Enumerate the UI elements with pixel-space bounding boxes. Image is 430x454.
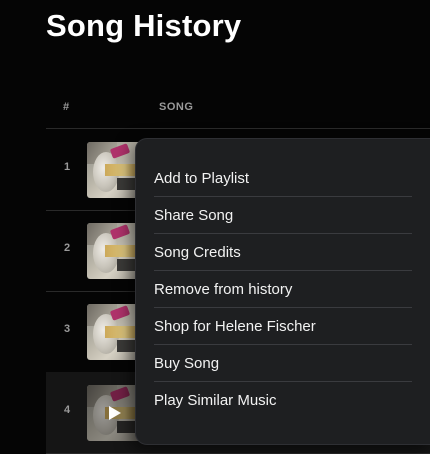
menu-item-add-to-playlist[interactable]: Add to Playlist (154, 160, 412, 197)
track-number: 2 (64, 242, 71, 254)
column-header-song[interactable]: SONG (159, 101, 193, 113)
column-header-number: # (63, 101, 70, 113)
menu-item-share-song[interactable]: Share Song (154, 197, 412, 234)
track-number: 1 (64, 161, 71, 173)
menu-item-remove-from-history[interactable]: Remove from history (154, 271, 412, 308)
menu-item-buy-song[interactable]: Buy Song (154, 345, 412, 382)
track-number: 4 (64, 404, 71, 416)
menu-item-shop-for-artist[interactable]: Shop for Helene Fischer (154, 308, 412, 345)
menu-item-song-credits[interactable]: Song Credits (154, 234, 412, 271)
menu-item-play-similar-music[interactable]: Play Similar Music (154, 382, 412, 418)
page-title: Song History (46, 8, 242, 43)
table-header: # SONG (46, 88, 430, 129)
context-menu: Add to Playlist Share Song Song Credits … (135, 138, 430, 445)
play-icon (109, 406, 121, 420)
track-number: 3 (64, 323, 71, 335)
